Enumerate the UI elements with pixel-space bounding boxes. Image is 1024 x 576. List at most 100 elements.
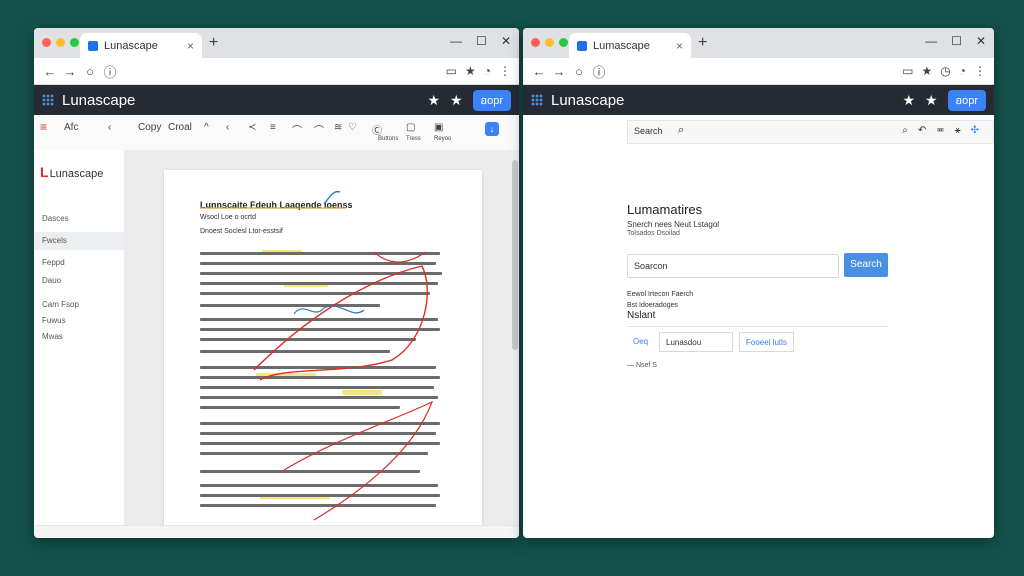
menu-kebab-icon[interactable]: ⋮ xyxy=(974,64,986,78)
tab-close-icon[interactable]: × xyxy=(187,39,194,53)
forward-icon[interactable]: → xyxy=(60,64,80,79)
close-button[interactable]: ✕ xyxy=(501,34,511,48)
page-caption: Tolsados Dsoilad xyxy=(627,230,680,237)
app-header: Lunascape ★ ★ ꞛopr xyxy=(34,85,519,115)
menu-kebab-icon[interactable]: ⋮ xyxy=(499,64,511,78)
profile-icon[interactable]: ◔ xyxy=(959,64,966,78)
site-info-icon[interactable]: ⓘ xyxy=(100,62,120,81)
star-outline-icon[interactable]: ★ xyxy=(925,92,938,109)
browser-tab[interactable]: Lunascape × xyxy=(80,33,202,58)
tab-close-icon[interactable]: × xyxy=(676,39,683,53)
reader-icon[interactable]: ▭ xyxy=(446,64,457,78)
search-toolbar: Search ⌕ ⌕ ↶ ≖ ⚹ ✣ xyxy=(627,120,994,144)
toolbar-item[interactable]: ≋ xyxy=(334,122,342,133)
toolbar-item[interactable]: ⌒ xyxy=(292,122,302,137)
sidebar-item[interactable]: Mwas xyxy=(34,328,130,346)
vertical-scrollbar[interactable] xyxy=(511,150,519,526)
sidebar-item[interactable]: Dasces xyxy=(34,210,130,228)
scroll-thumb[interactable] xyxy=(512,160,518,350)
back-icon[interactable]: ← xyxy=(40,64,60,79)
chip-button[interactable]: Oeq xyxy=(627,332,655,352)
app-action-button[interactable]: ꞛopr xyxy=(947,89,986,111)
window-traffic-lights xyxy=(531,38,568,47)
new-tab-button[interactable]: + xyxy=(209,34,218,52)
toolbar-sublabel: Reyoo xyxy=(434,136,452,142)
reload-icon[interactable]: ○ xyxy=(569,64,589,79)
chip-button[interactable]: Fooeel lutls xyxy=(739,332,794,352)
star-icon[interactable]: ★ xyxy=(427,92,440,109)
option-text: Eewol Irtecon Faerch xyxy=(627,291,694,298)
minimize-dot[interactable] xyxy=(545,38,554,47)
star-icon[interactable]: ★ xyxy=(902,92,915,109)
new-tab-button[interactable]: + xyxy=(698,34,707,52)
sidebar-item[interactable]: Dauo xyxy=(34,272,130,290)
reload-icon[interactable]: ○ xyxy=(80,64,100,79)
minimize-dot[interactable] xyxy=(56,38,65,47)
address-input[interactable] xyxy=(126,62,440,80)
footnote: — Nsef S xyxy=(627,362,657,369)
search-icon[interactable]: ⌕ xyxy=(678,124,684,137)
sidebar-item[interactable]: Feppd xyxy=(34,254,130,272)
bookmark-star-icon[interactable]: ★ xyxy=(465,64,476,78)
app-grid-icon[interactable] xyxy=(42,94,54,106)
document-page[interactable]: Lunnscaite Fdeuh Laaqende loenss Wsocl L… xyxy=(164,170,482,538)
option-text: Bst Idoeradoges xyxy=(627,302,678,309)
toolbar-item[interactable]: Afc xyxy=(64,122,78,133)
toolbar-item[interactable]: ▣ xyxy=(434,122,443,133)
minimize-button[interactable]: — xyxy=(925,34,937,48)
toolbar-item[interactable]: Copy xyxy=(138,122,161,133)
maximize-dot[interactable] xyxy=(559,38,568,47)
bookmark-star-icon[interactable]: ★ xyxy=(922,64,933,78)
close-dot[interactable] xyxy=(531,38,540,47)
app-title: Lunascape xyxy=(62,91,136,109)
search-page: Lumamatires Snerch nees Neut Lstagol Tol… xyxy=(523,146,994,538)
toolbar-item[interactable]: ≺ xyxy=(248,122,256,133)
toolbar-item[interactable]: ‹ xyxy=(108,122,111,133)
extension-icon[interactable]: ✣ xyxy=(971,125,979,136)
window-controls: — ☐ ✕ xyxy=(925,34,986,48)
search-icon[interactable]: ⌕ xyxy=(902,125,908,136)
search-label: Search xyxy=(634,126,663,136)
search-button[interactable]: Search xyxy=(844,253,888,277)
site-info-icon[interactable]: ⓘ xyxy=(589,62,609,81)
undo-icon[interactable]: ↶ xyxy=(918,125,926,136)
toolbar-item[interactable]: ▢ xyxy=(406,122,415,133)
window-traffic-lights xyxy=(42,38,79,47)
app-header: Lunascape ★ ★ ꞛopr xyxy=(523,85,994,115)
profile-icon[interactable]: ◔ xyxy=(484,64,491,78)
toolbar-item[interactable]: ≡ xyxy=(270,122,276,133)
search-input[interactable]: Soarcon xyxy=(627,254,839,278)
minimize-button[interactable]: — xyxy=(450,34,462,48)
reader-icon[interactable]: ▭ xyxy=(902,64,913,78)
close-button[interactable]: ✕ xyxy=(976,34,986,48)
settings-icon[interactable]: ⚹ xyxy=(955,125,961,136)
app-grid-icon[interactable] xyxy=(531,94,543,106)
tab-title: Lunascape xyxy=(104,39,158,52)
star-outline-icon[interactable]: ★ xyxy=(450,92,463,109)
maximize-button[interactable]: ☐ xyxy=(476,34,487,48)
browser-tab[interactable]: Lumascape × xyxy=(569,33,691,58)
filter-icon[interactable]: ≖ xyxy=(936,125,944,136)
address-input[interactable] xyxy=(615,62,896,80)
menu-icon[interactable]: ≡ xyxy=(40,120,47,134)
maximize-dot[interactable] xyxy=(70,38,79,47)
toolbar-item[interactable]: ♡ xyxy=(348,122,357,133)
chip-button[interactable]: Lunasdou xyxy=(659,332,733,352)
history-icon[interactable]: ◷ xyxy=(940,64,950,78)
address-bar-row: ← → ○ ⓘ ▭ ★ ◔ ⋮ xyxy=(34,58,519,85)
app-action-button[interactable]: ꞛopr xyxy=(472,89,511,111)
maximize-button[interactable]: ☐ xyxy=(951,34,962,48)
toolbar-item[interactable]: Ⓒ xyxy=(372,122,382,137)
favicon-icon xyxy=(577,40,587,51)
sidebar-item-active[interactable]: Fwcels xyxy=(34,232,130,250)
back-icon[interactable]: ← xyxy=(529,64,549,79)
toolbar-item[interactable]: Croal xyxy=(168,122,192,133)
toolbar-item[interactable]: ^ xyxy=(204,122,209,133)
toolbar-item[interactable]: ‹ xyxy=(226,122,229,133)
toolbar-item[interactable]: ⌒ xyxy=(314,122,324,137)
sidebar-brand: LLunascape xyxy=(40,164,104,180)
share-icon[interactable]: ↓ xyxy=(485,122,499,136)
red-pen-annotation xyxy=(200,190,434,521)
close-dot[interactable] xyxy=(42,38,51,47)
forward-icon[interactable]: → xyxy=(549,64,569,79)
